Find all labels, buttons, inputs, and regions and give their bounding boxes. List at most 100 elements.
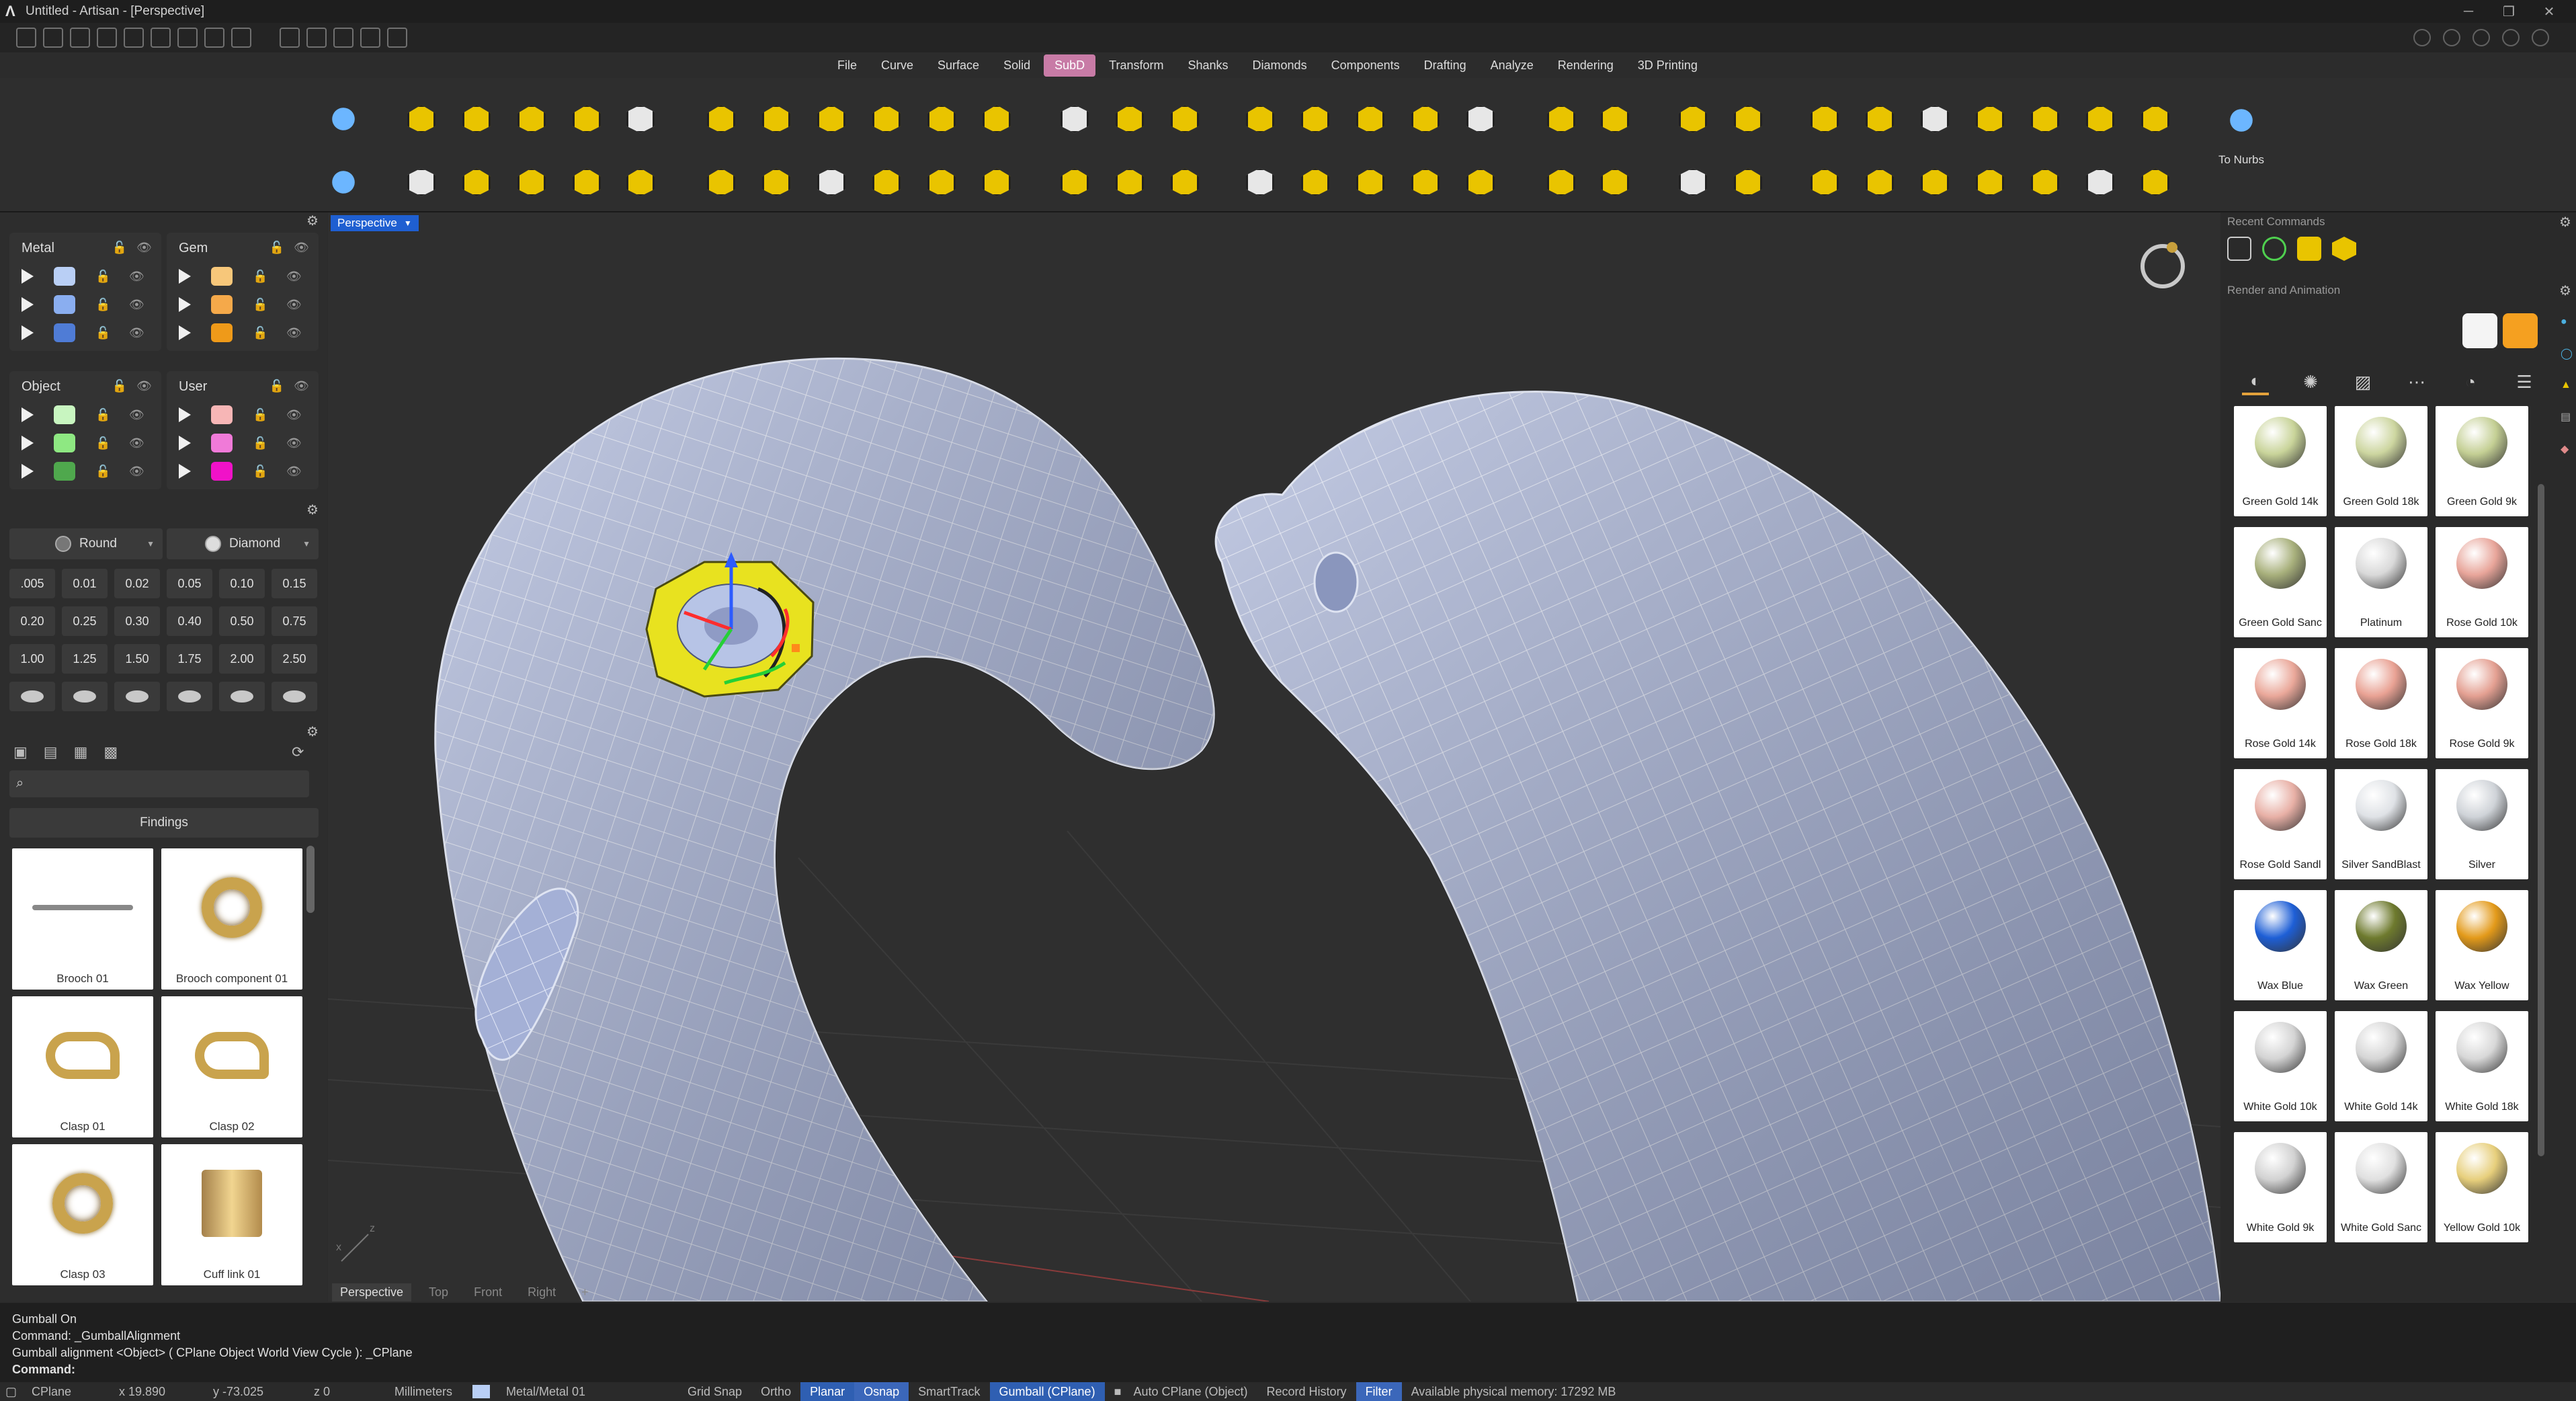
ribbon-tool-icon[interactable] (618, 160, 663, 204)
ribbon-tool-icon[interactable] (1108, 160, 1152, 204)
material-swatch[interactable]: White Gold 9k (2234, 1132, 2327, 1242)
gem-size-button[interactable]: 2.50 (272, 644, 317, 674)
layer-row[interactable]: 🔓 👁 (179, 290, 320, 319)
materials-scrollbar[interactable] (2538, 484, 2544, 1156)
ribbon-tool-icon[interactable] (1913, 160, 1957, 204)
ribbon-tool-icon[interactable] (454, 160, 499, 204)
ribbon-tool-icon[interactable] (2023, 160, 2067, 204)
import-icon[interactable] (97, 28, 117, 48)
lock-icon[interactable]: 🔓 (253, 436, 267, 450)
eye-icon[interactable]: 👁 (286, 270, 302, 284)
ribbon-tool-icon[interactable] (1858, 160, 1902, 204)
ribbon-tool-icon[interactable] (1539, 160, 1583, 204)
play-icon[interactable] (22, 436, 34, 450)
ribbon-tool-icon[interactable] (321, 97, 366, 141)
ribbon-tool-icon[interactable] (1238, 160, 1282, 204)
menu-tab-drafting[interactable]: Drafting (1413, 54, 1477, 77)
gem-size-button[interactable]: 1.25 (62, 644, 108, 674)
save-as-icon[interactable] (204, 28, 224, 48)
gem-size-button[interactable]: 1.75 (167, 644, 212, 674)
ribbon-tool-icon[interactable] (1052, 97, 1097, 141)
chevron-down-icon[interactable]: ▼ (404, 218, 412, 228)
ribbon-tool-icon[interactable] (1968, 97, 2012, 141)
ribbon-tool-icon[interactable] (699, 160, 743, 204)
status-layer[interactable]: Metal/Metal 01 (497, 1382, 678, 1401)
lock-icon[interactable]: 🔓 (95, 465, 110, 479)
layer-row[interactable]: 🔓 👁 (22, 429, 163, 457)
settings-tab-icon[interactable]: ☰ (2511, 368, 2538, 395)
gem-size-button[interactable]: 0.01 (62, 569, 108, 598)
material-swatch[interactable]: White Gold Sanc (2335, 1132, 2427, 1242)
ribbon-tool-icon[interactable] (399, 97, 444, 141)
layer-color-swatch[interactable] (54, 295, 75, 314)
gem-panel-gear-icon[interactable]: ⚙ (306, 502, 319, 518)
lock-icon[interactable]: 🔓 (95, 326, 110, 340)
lock-icon[interactable]: 🔓 (95, 436, 110, 450)
menu-tab-solid[interactable]: Solid (993, 54, 1041, 77)
layer-row[interactable]: 🔓 👁 (179, 319, 320, 347)
material-swatch[interactable]: Silver (2436, 769, 2528, 879)
refresh-icon[interactable]: ⟳ (292, 744, 304, 761)
material-swatch[interactable]: White Gold 14k (2335, 1011, 2427, 1121)
layer-color-swatch[interactable] (211, 462, 233, 481)
close-button[interactable]: ✕ (2529, 0, 2569, 23)
gem-size-button[interactable]: .005 (9, 569, 55, 598)
play-icon[interactable] (22, 325, 34, 340)
layer-row[interactable]: 🔓 👁 (179, 262, 320, 290)
menu-tab-3d-printing[interactable]: 3D Printing (1627, 54, 1708, 77)
record-history-toggle[interactable]: Record History (1257, 1382, 1356, 1401)
ribbon-tool-icon[interactable] (2078, 160, 2122, 204)
material-swatch[interactable]: Wax Yellow (2436, 890, 2528, 1000)
gem-size-button[interactable]: 0.40 (167, 606, 212, 636)
gem-profile-button[interactable] (167, 682, 212, 711)
viewport-tab-front[interactable]: Front (466, 1283, 510, 1302)
layer-color-swatch[interactable] (211, 434, 233, 452)
finding-item[interactable]: Brooch 01 (12, 848, 153, 990)
select-filter-icon[interactable] (306, 28, 327, 48)
render-preview-button[interactable] (2462, 313, 2497, 348)
lock-icon[interactable]: 🔓 (253, 298, 267, 312)
info-icon[interactable] (2473, 29, 2490, 46)
eye-icon[interactable]: 👁 (286, 408, 302, 422)
ribbon-tool-icon[interactable] (699, 97, 743, 141)
ribbon-tool-icon[interactable] (2133, 97, 2177, 141)
menu-tab-shanks[interactable]: Shanks (1177, 54, 1239, 77)
viewport-tab-top[interactable]: Top (421, 1283, 456, 1302)
play-icon[interactable] (22, 269, 34, 284)
open-folder-icon[interactable] (70, 28, 90, 48)
material-swatch[interactable]: Wax Blue (2234, 890, 2327, 1000)
layer-color-swatch[interactable] (211, 323, 233, 342)
new-template-icon[interactable] (43, 28, 63, 48)
material-swatch[interactable]: Silver SandBlast (2335, 769, 2427, 879)
gem-size-button[interactable]: 0.50 (219, 606, 265, 636)
gem-profile-button[interactable] (272, 682, 317, 711)
gem-size-button[interactable]: 0.05 (167, 569, 212, 598)
strip-tool-icon[interactable]: ▲ (2561, 379, 2575, 391)
settings-icon[interactable] (2532, 29, 2549, 46)
lock-icon[interactable]: 🔓 (253, 408, 267, 422)
gem-profile-button[interactable] (219, 682, 265, 711)
layer-row[interactable]: 🔓 👁 (179, 429, 320, 457)
ribbon-tool-icon[interactable] (1108, 97, 1152, 141)
ribbon-tool-icon[interactable] (1593, 97, 1637, 141)
menu-tab-subd[interactable]: SubD (1044, 54, 1096, 77)
ribbon-tool-icon[interactable] (1913, 97, 1957, 141)
ribbon-tool-icon[interactable] (1403, 160, 1448, 204)
material-swatch[interactable]: Rose Gold 14k (2234, 648, 2327, 758)
ribbon-tool-icon[interactable] (1293, 97, 1337, 141)
viewport-title-tab[interactable]: Perspective ▼ (331, 215, 419, 231)
gem-size-button[interactable]: 1.50 (114, 644, 160, 674)
minimize-button[interactable]: ─ (2448, 0, 2489, 23)
layer-row[interactable]: 🔓 👁 (22, 290, 163, 319)
gem-size-button[interactable]: 1.00 (9, 644, 55, 674)
material-swatch[interactable]: Rose Gold 9k (2436, 648, 2528, 758)
material-swatch[interactable]: Green Gold 14k (2234, 406, 2327, 516)
ribbon-tool-icon[interactable] (509, 97, 554, 141)
lock-icon[interactable]: 🔓 (253, 326, 267, 340)
select-window-icon[interactable] (360, 28, 380, 48)
status-units[interactable]: Millimeters (385, 1382, 472, 1401)
save-incremental-icon[interactable] (231, 28, 251, 48)
layer-row[interactable]: 🔓 👁 (22, 319, 163, 347)
gem-size-button[interactable]: 0.10 (219, 569, 265, 598)
auto-cplane-toggle[interactable]: Auto CPlane (Object) (1124, 1382, 1257, 1401)
